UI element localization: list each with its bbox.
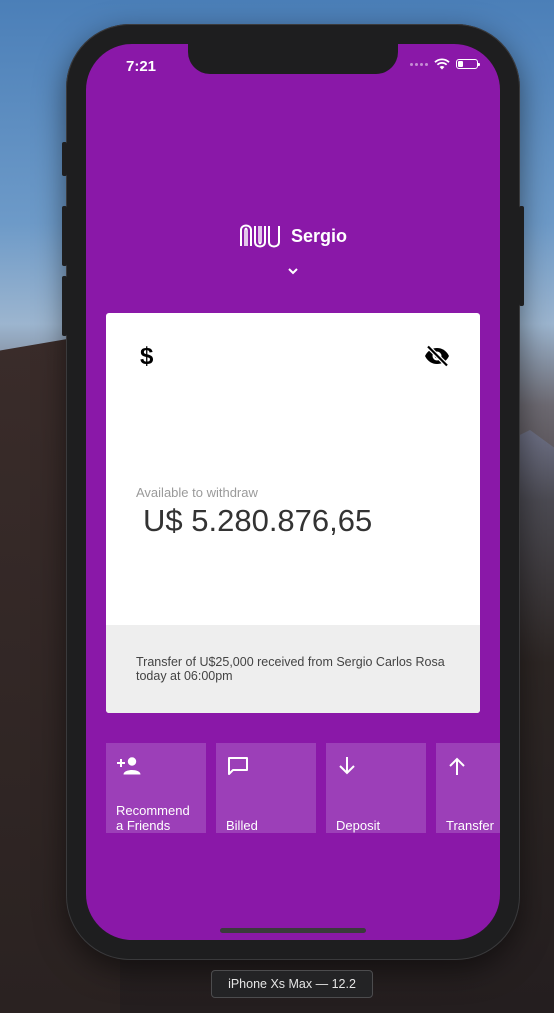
transfer-notification: Transfer of U$25,000 received from Sergi… [136,655,445,683]
shortcut-actions: Recommend a Friends Billed Deposit Trans… [106,743,500,833]
card-footer[interactable]: Transfer of U$25,000 received from Sergi… [106,625,480,713]
mute-switch [62,142,67,176]
balance-card[interactable]: $ Available to withdraw U$ 5.280.876,65 … [106,313,480,713]
signal-icon [410,62,428,66]
chevron-down-icon[interactable] [286,266,300,276]
person-add-icon [117,757,141,775]
action-label: Billed [226,818,258,833]
dollar-icon: $ [140,343,154,370]
user-name: Sergio [290,225,347,246]
action-label: Recommend a Friends [116,803,190,833]
balance-amount: U$ 5.280.876,65 [143,503,373,538]
simulator-device-label: iPhone Xs Max — 12.2 [211,970,373,998]
action-label: Deposit [336,818,381,833]
home-indicator[interactable] [220,928,366,933]
notch [188,44,398,74]
recommend-friends-button[interactable]: Recommend a Friends [106,743,206,833]
volume-down-button [62,276,67,336]
volume-up-button [62,206,67,266]
status-time: 7:21 [126,58,157,75]
nubank-logo-icon [239,224,280,248]
status-icons [410,58,480,70]
account-header[interactable]: Sergio [86,222,500,250]
chat-icon [228,757,248,775]
wifi-icon [434,58,450,70]
deposit-button[interactable]: Deposit [326,743,426,833]
arrow-down-icon [339,757,355,775]
billed-button[interactable]: Billed [216,743,316,833]
phone-screen: 7:21 Sergio $ Available to withdraw U$ 5… [86,44,500,940]
transfer-button[interactable]: Transfer [436,743,500,833]
battery-icon [456,59,480,69]
eye-off-icon[interactable] [424,345,450,367]
arrow-up-icon [449,757,465,775]
action-label: Transfer [446,818,494,833]
available-label: Available to withdraw [136,485,258,500]
power-button [519,206,524,306]
